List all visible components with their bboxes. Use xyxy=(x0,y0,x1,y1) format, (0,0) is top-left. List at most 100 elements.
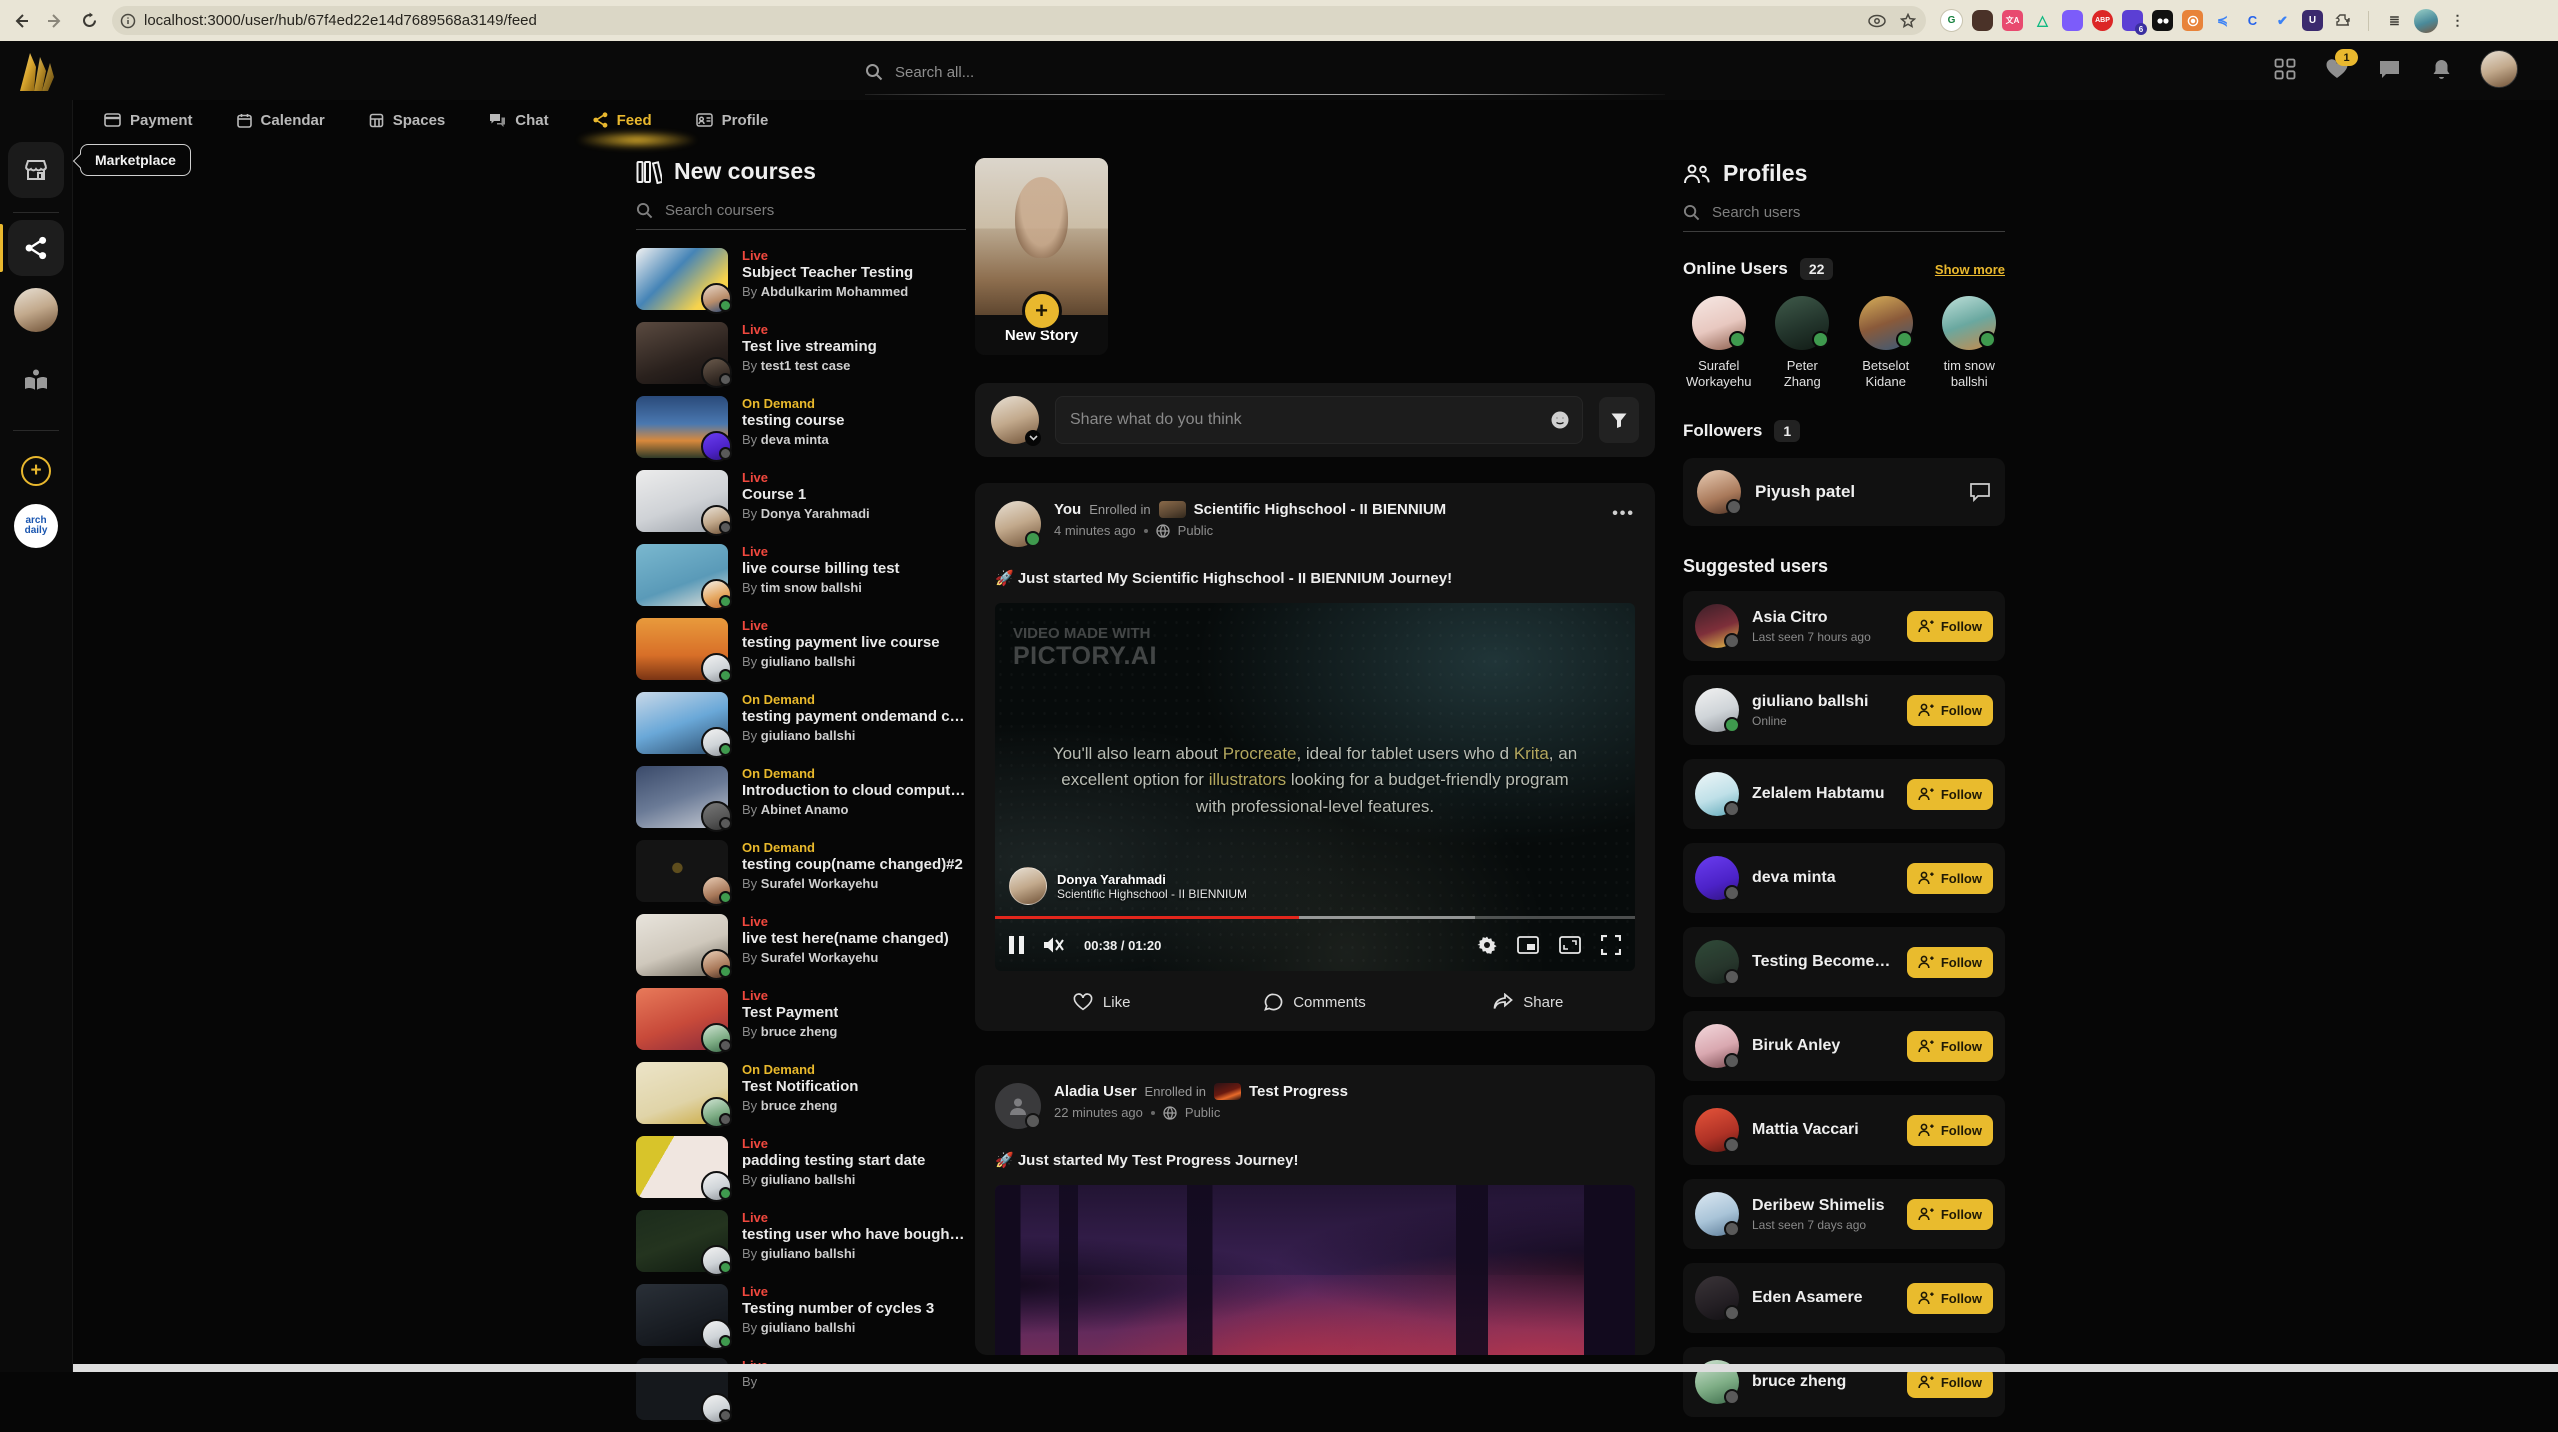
messages-icon[interactable] xyxy=(2376,56,2402,82)
extension-translate-icon[interactable]: 文A xyxy=(2002,10,2023,31)
url-text[interactable]: localhost:3000/user/hub/67f4ed22e14d7689… xyxy=(144,12,1868,29)
course-row[interactable]: Live Subject Teacher Testing By Abdulkar… xyxy=(636,248,966,310)
suggested-user-name[interactable]: giuliano ballshi xyxy=(1752,693,1868,711)
emoji-icon[interactable] xyxy=(1550,410,1570,430)
course-row[interactable]: Live live course billing test By tim sno… xyxy=(636,544,966,606)
picture-in-picture-icon[interactable] xyxy=(1517,936,1539,954)
bookmark-star-icon[interactable] xyxy=(1900,13,1916,29)
suggested-user-name[interactable]: Zelalem Habtamu xyxy=(1752,785,1884,803)
courses-search[interactable] xyxy=(636,201,966,230)
post-author-name[interactable]: Aladia User xyxy=(1054,1083,1137,1100)
extension-eyes-icon[interactable] xyxy=(2152,10,2173,31)
post-course-name[interactable]: Test Progress xyxy=(1249,1083,1348,1100)
post-course-name[interactable]: Scientific Highschool - II BIENNIUM xyxy=(1194,501,1447,518)
suggested-user-name[interactable]: deva minta xyxy=(1752,869,1836,887)
follow-button[interactable]: Follow xyxy=(1907,1283,1993,1314)
course-row[interactable]: Live testing user who have bought cyc...… xyxy=(636,1210,966,1272)
message-icon[interactable] xyxy=(1969,482,1991,502)
marketplace-button[interactable] xyxy=(8,142,64,198)
extension-c-icon[interactable]: C xyxy=(2242,10,2263,31)
follower-row[interactable]: Piyush patel xyxy=(1683,458,2005,526)
suggested-user-name[interactable]: Testing Become-a... xyxy=(1752,953,1894,971)
reading-list-icon[interactable]: ≣ xyxy=(2384,10,2405,31)
global-search-input[interactable] xyxy=(893,63,1617,82)
address-bar[interactable]: localhost:3000/user/hub/67f4ed22e14d7689… xyxy=(112,6,1926,35)
post-image[interactable] xyxy=(995,1185,1635,1355)
tab-feed[interactable]: Feed xyxy=(591,108,654,133)
course-row[interactable]: On Demand Introduction to cloud computin… xyxy=(636,766,966,828)
apps-grid-icon[interactable] xyxy=(2272,56,2298,82)
tab-spaces[interactable]: Spaces xyxy=(367,108,448,133)
suggested-user-name[interactable]: Biruk Anley xyxy=(1752,1037,1840,1055)
tab-payment[interactable]: Payment xyxy=(102,108,195,133)
extension-target-icon[interactable] xyxy=(2182,10,2203,31)
course-row[interactable]: Live Test Payment By bruce zheng xyxy=(636,988,966,1050)
extension-check-icon[interactable]: ✔ xyxy=(2272,10,2293,31)
tab-calendar[interactable]: Calendar xyxy=(235,108,327,133)
course-row[interactable]: On Demand testing payment ondemand cours… xyxy=(636,692,966,754)
online-user[interactable]: tim snow ballshi xyxy=(1934,296,2006,390)
post-author-avatar-placeholder[interactable] xyxy=(995,1083,1041,1129)
browser-profile-avatar[interactable] xyxy=(2414,9,2438,33)
extension-tv-icon[interactable] xyxy=(1972,10,1993,31)
post-menu-icon[interactable]: ••• xyxy=(1612,505,1635,523)
online-user[interactable]: Surafel Workayehu xyxy=(1683,296,1755,390)
suggested-user-name[interactable]: Asia Citro xyxy=(1752,609,1871,627)
course-row[interactable]: Live Testing number of cycles 3 By giuli… xyxy=(636,1284,966,1346)
online-user[interactable]: Betselot Kidane xyxy=(1850,296,1922,390)
courses-rail-button[interactable] xyxy=(8,352,64,408)
follow-button[interactable]: Follow xyxy=(1907,1115,1993,1146)
reload-button[interactable] xyxy=(72,4,106,38)
tab-chat[interactable]: Chat xyxy=(487,108,550,133)
browser-menu-icon[interactable]: ⋮ xyxy=(2447,10,2468,31)
follow-button[interactable]: Follow xyxy=(1907,863,1993,894)
comments-button[interactable]: Comments xyxy=(1208,993,1421,1011)
site-info-icon[interactable] xyxy=(120,13,136,29)
muted-volume-icon[interactable] xyxy=(1042,935,1066,955)
post-author-avatar[interactable] xyxy=(995,501,1041,547)
share-button[interactable]: Share xyxy=(1422,993,1635,1011)
composer-input-wrap[interactable] xyxy=(1055,396,1583,444)
follow-button[interactable]: Follow xyxy=(1907,1199,1993,1230)
extension-shield-icon[interactable] xyxy=(2062,10,2083,31)
back-button[interactable] xyxy=(4,4,38,38)
app-logo[interactable] xyxy=(14,47,58,95)
feed-rail-button[interactable] xyxy=(8,220,64,276)
add-story-icon[interactable]: + xyxy=(1022,291,1062,331)
course-row[interactable]: Live Course 1 By Donya Yarahmadi xyxy=(636,470,966,532)
extension-bird-icon[interactable]: ≼ xyxy=(2212,10,2233,31)
post-author-name[interactable]: You xyxy=(1054,501,1081,518)
chevron-down-icon[interactable] xyxy=(1025,430,1041,446)
pause-button[interactable] xyxy=(1009,936,1024,954)
extension-stack-icon[interactable]: 6 xyxy=(2122,10,2143,31)
courses-search-input[interactable] xyxy=(663,201,937,220)
forward-button[interactable] xyxy=(38,4,72,38)
follow-button[interactable]: Follow xyxy=(1907,611,1993,642)
course-row[interactable]: Live testing payment live course By giul… xyxy=(636,618,966,680)
follow-button[interactable]: Follow xyxy=(1907,1031,1993,1062)
profiles-search-input[interactable] xyxy=(1710,203,1984,222)
user-avatar[interactable] xyxy=(2480,50,2518,88)
extension-triangle-icon[interactable]: △ xyxy=(2032,10,2053,31)
extension-u-icon[interactable]: U xyxy=(2302,10,2323,31)
profiles-search[interactable] xyxy=(1683,203,2005,232)
global-search[interactable] xyxy=(865,55,1665,89)
archdaily-space-button[interactable]: arch daily xyxy=(14,504,58,548)
course-row[interactable]: Live live test here(name changed) By Sur… xyxy=(636,914,966,976)
online-user[interactable]: Peter Zhang xyxy=(1767,296,1839,390)
suggested-user-name[interactable]: Mattia Vaccari xyxy=(1752,1121,1859,1139)
composer-avatar[interactable] xyxy=(991,396,1039,444)
follow-button[interactable]: Follow xyxy=(1907,779,1993,810)
fullscreen-icon[interactable] xyxy=(1601,935,1621,955)
composer-input[interactable] xyxy=(1068,410,1540,430)
add-space-button[interactable]: + xyxy=(21,456,51,486)
extension-grammarly-icon[interactable]: G xyxy=(1940,9,1963,32)
like-button[interactable]: Like xyxy=(995,993,1208,1011)
course-row[interactable]: On Demand testing course By deva minta xyxy=(636,396,966,458)
follow-button[interactable]: Follow xyxy=(1907,947,1993,978)
course-row[interactable]: On Demand testing coup(name changed)#2 B… xyxy=(636,840,966,902)
extensions-puzzle-icon[interactable] xyxy=(2332,10,2353,31)
follow-button[interactable]: Follow xyxy=(1907,695,1993,726)
likes-icon[interactable]: 1 xyxy=(2324,56,2350,82)
rail-user-avatar[interactable] xyxy=(14,288,58,332)
